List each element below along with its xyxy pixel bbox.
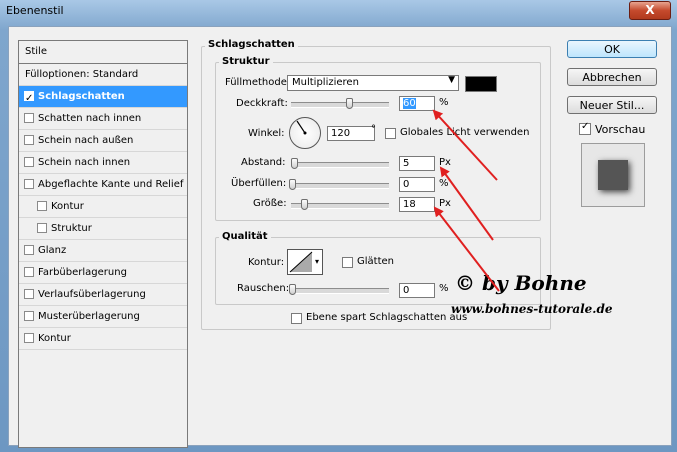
arrow-to-size	[433, 206, 500, 292]
window-title: Ebenenstil	[6, 4, 64, 17]
arrow-to-distance	[439, 166, 494, 241]
dialog-window: Ebenenstil X Stile Fülloptionen: Standar…	[0, 0, 677, 452]
dialog-client-area: Stile Fülloptionen: Standard ✓ Schlagsch…	[8, 26, 672, 448]
arrow-to-opacity	[432, 109, 498, 181]
close-button[interactable]: X	[629, 1, 671, 20]
annotation-arrows	[432, 109, 500, 292]
